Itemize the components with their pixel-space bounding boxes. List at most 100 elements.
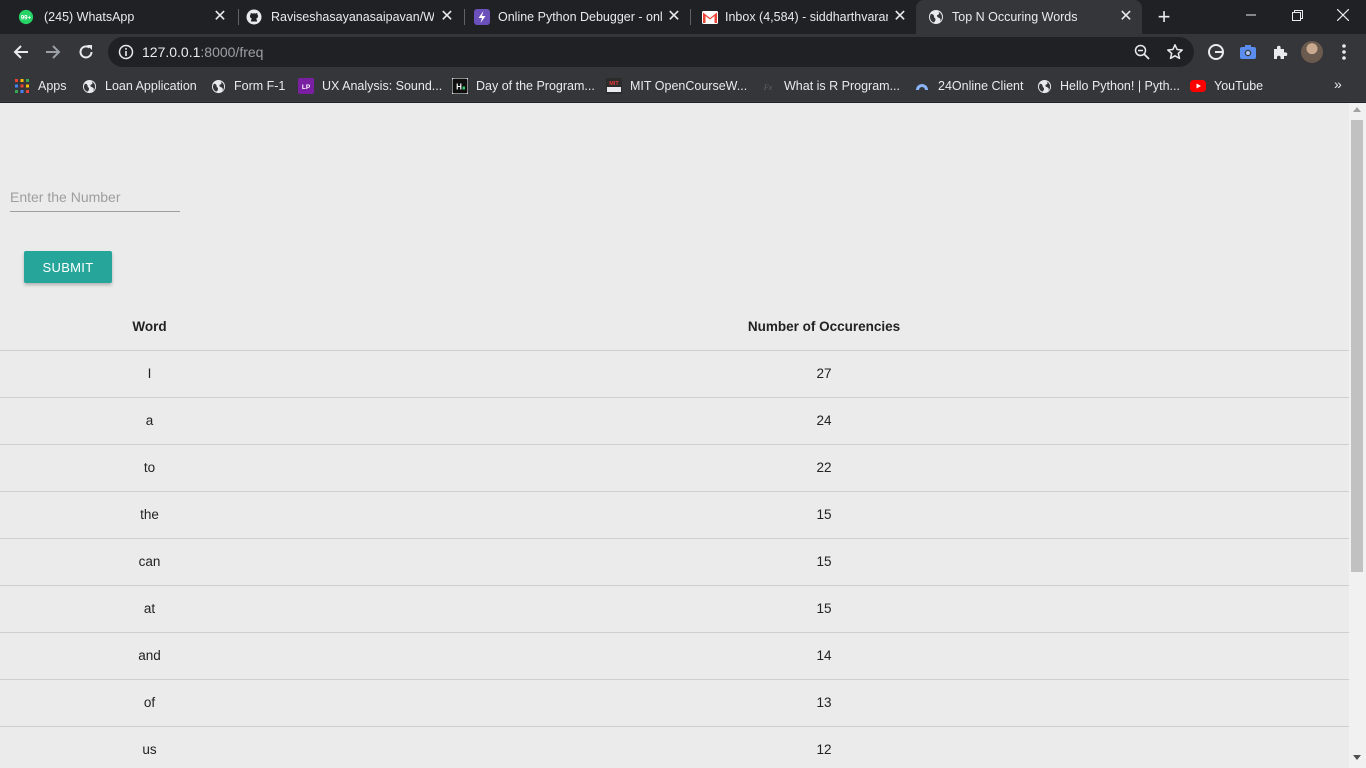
gmail-icon <box>702 9 718 25</box>
profile-avatar[interactable] <box>1301 41 1323 63</box>
bookmark-what-is-r[interactable]: Fx What is R Program... <box>760 75 900 97</box>
table-row: I 27 <box>0 350 1349 398</box>
page-content: SUBMIT Word Number of Occurencies I 27 a… <box>0 103 1349 768</box>
bookmark-label: Day of the Program... <box>476 79 595 93</box>
github-icon <box>246 9 262 25</box>
globe-icon <box>210 78 226 94</box>
whatsapp-icon: 99+ <box>18 9 34 25</box>
close-icon[interactable]: ✕ <box>666 9 682 25</box>
word-cell: and <box>0 632 299 680</box>
close-icon[interactable]: ✕ <box>892 9 908 25</box>
word-cell: can <box>0 538 299 586</box>
number-input[interactable] <box>10 183 180 212</box>
bookmark-loan-application[interactable]: Loan Application <box>81 75 197 97</box>
bookmark-star-icon[interactable] <box>1166 43 1184 61</box>
globe-icon <box>1036 78 1052 94</box>
table-row: the 15 <box>0 491 1349 539</box>
extension-edge-icon[interactable] <box>1206 42 1226 62</box>
page-scrollbar[interactable] <box>1349 103 1366 768</box>
bookmark-day-of-program[interactable]: H Day of the Program... <box>452 75 595 97</box>
word-cell: us <box>0 726 299 768</box>
bookmark-24online-client[interactable]: 24Online Client <box>914 75 1023 97</box>
restore-icon[interactable] <box>1274 0 1320 30</box>
svg-text:MIT: MIT <box>609 81 619 87</box>
tab-title: Inbox (4,584) - siddharthvarana <box>725 10 888 24</box>
count-cell: 27 <box>299 350 1349 398</box>
close-icon[interactable]: ✕ <box>212 9 228 25</box>
bookmark-hello-python[interactable]: Hello Python! | Pyth... <box>1036 75 1180 97</box>
submit-button[interactable]: SUBMIT <box>24 251 112 283</box>
svg-text:99+: 99+ <box>21 15 32 22</box>
column-header-occurrences: Number of Occurencies <box>299 303 1349 351</box>
bookmark-label: UX Analysis: Sound... <box>322 79 443 93</box>
hackerearth-icon: H <box>452 78 468 94</box>
tab-title: (245) WhatsApp <box>44 10 135 24</box>
minimize-icon[interactable] <box>1228 0 1274 30</box>
tab-title: Online Python Debugger - onli <box>498 10 662 24</box>
table-header-row: Word Number of Occurencies <box>0 303 1349 351</box>
svg-text:LP: LP <box>302 84 311 91</box>
close-icon[interactable]: ✕ <box>439 9 455 25</box>
address-bar[interactable]: 127.0.0.1:8000/freq <box>108 37 1194 67</box>
bookmark-apps[interactable]: Apps <box>14 75 67 97</box>
bookmark-label: Apps <box>38 79 67 93</box>
reload-icon[interactable] <box>72 38 100 66</box>
bookmark-form-f1[interactable]: Form F-1 <box>210 75 285 97</box>
site-info-icon[interactable] <box>118 44 134 60</box>
apps-grid-icon <box>14 78 30 94</box>
tab-strip: 99+ (245) WhatsApp ✕ Raviseshasayanasaip… <box>0 0 1366 34</box>
url-host: 127.0.0.1 <box>142 44 201 60</box>
word-frequency-table: Word Number of Occurencies I 27 a 24 to … <box>0 303 1349 768</box>
count-cell: 15 <box>299 491 1349 539</box>
count-cell: 24 <box>299 397 1349 445</box>
count-cell: 15 <box>299 538 1349 586</box>
table-row: and 14 <box>0 632 1349 680</box>
bookmarks-overflow-chevron-icon[interactable]: » <box>1334 76 1342 92</box>
column-header-word: Word <box>0 303 299 351</box>
tab-whatsapp[interactable]: 99+ (245) WhatsApp ✕ <box>0 0 239 34</box>
tab-gmail[interactable]: Inbox (4,584) - siddharthvarana ✕ <box>690 0 916 34</box>
mit-ocw-icon: MIT <box>606 78 622 94</box>
forward-arrow-icon[interactable] <box>39 38 67 66</box>
word-cell: at <box>0 585 299 633</box>
bookmark-label: What is R Program... <box>784 79 900 93</box>
word-cell: the <box>0 491 299 539</box>
count-cell: 13 <box>299 679 1349 727</box>
table-row: can 15 <box>0 538 1349 586</box>
count-cell: 15 <box>299 585 1349 633</box>
more-menu-icon[interactable] <box>1336 42 1352 62</box>
camera-extension-icon[interactable] <box>1238 42 1258 62</box>
bookmark-ux-analysis[interactable]: LP UX Analysis: Sound... <box>298 75 442 97</box>
count-cell: 22 <box>299 444 1349 492</box>
bookmark-mit-ocw[interactable]: MIT MIT OpenCourseW... <box>606 75 747 97</box>
extensions-puzzle-icon[interactable] <box>1270 42 1290 62</box>
youtube-icon <box>1190 78 1206 94</box>
word-cell: a <box>0 397 299 445</box>
count-cell: 12 <box>299 726 1349 768</box>
bookmarks-bar: Apps Loan Application Form F-1 LP UX Ana… <box>0 70 1366 102</box>
table-row: to 22 <box>0 444 1349 492</box>
svg-text:H: H <box>456 83 462 92</box>
tab-onlinegdb[interactable]: Online Python Debugger - onli ✕ <box>464 0 691 34</box>
fx-icon: Fx <box>760 78 776 94</box>
window-close-icon[interactable] <box>1320 0 1366 30</box>
zoom-out-icon[interactable] <box>1134 44 1150 60</box>
scroll-up-arrow-icon[interactable] <box>1353 107 1361 112</box>
cloud-icon <box>914 78 930 94</box>
scrollbar-thumb[interactable] <box>1351 120 1363 572</box>
bookmark-youtube[interactable]: YouTube <box>1190 75 1263 97</box>
tab-top-n-words[interactable]: Top N Occuring Words ✕ <box>916 0 1142 34</box>
globe-icon <box>928 9 944 25</box>
globe-icon <box>81 78 97 94</box>
close-icon[interactable]: ✕ <box>1118 9 1134 25</box>
lp-icon: LP <box>298 78 314 94</box>
tab-title: Raviseshasayanasaipavan/Wor <box>271 10 434 24</box>
scroll-down-arrow-icon[interactable] <box>1353 755 1361 760</box>
table-row: at 15 <box>0 585 1349 633</box>
new-tab-plus-icon[interactable]: + <box>1154 6 1174 28</box>
back-arrow-icon[interactable] <box>7 38 35 66</box>
table-row: a 24 <box>0 397 1349 445</box>
browser-toolbar: 127.0.0.1:8000/freq <box>0 34 1366 70</box>
tab-github[interactable]: Raviseshasayanasaipavan/Wor ✕ <box>238 0 465 34</box>
tab-title: Top N Occuring Words <box>952 10 1078 24</box>
